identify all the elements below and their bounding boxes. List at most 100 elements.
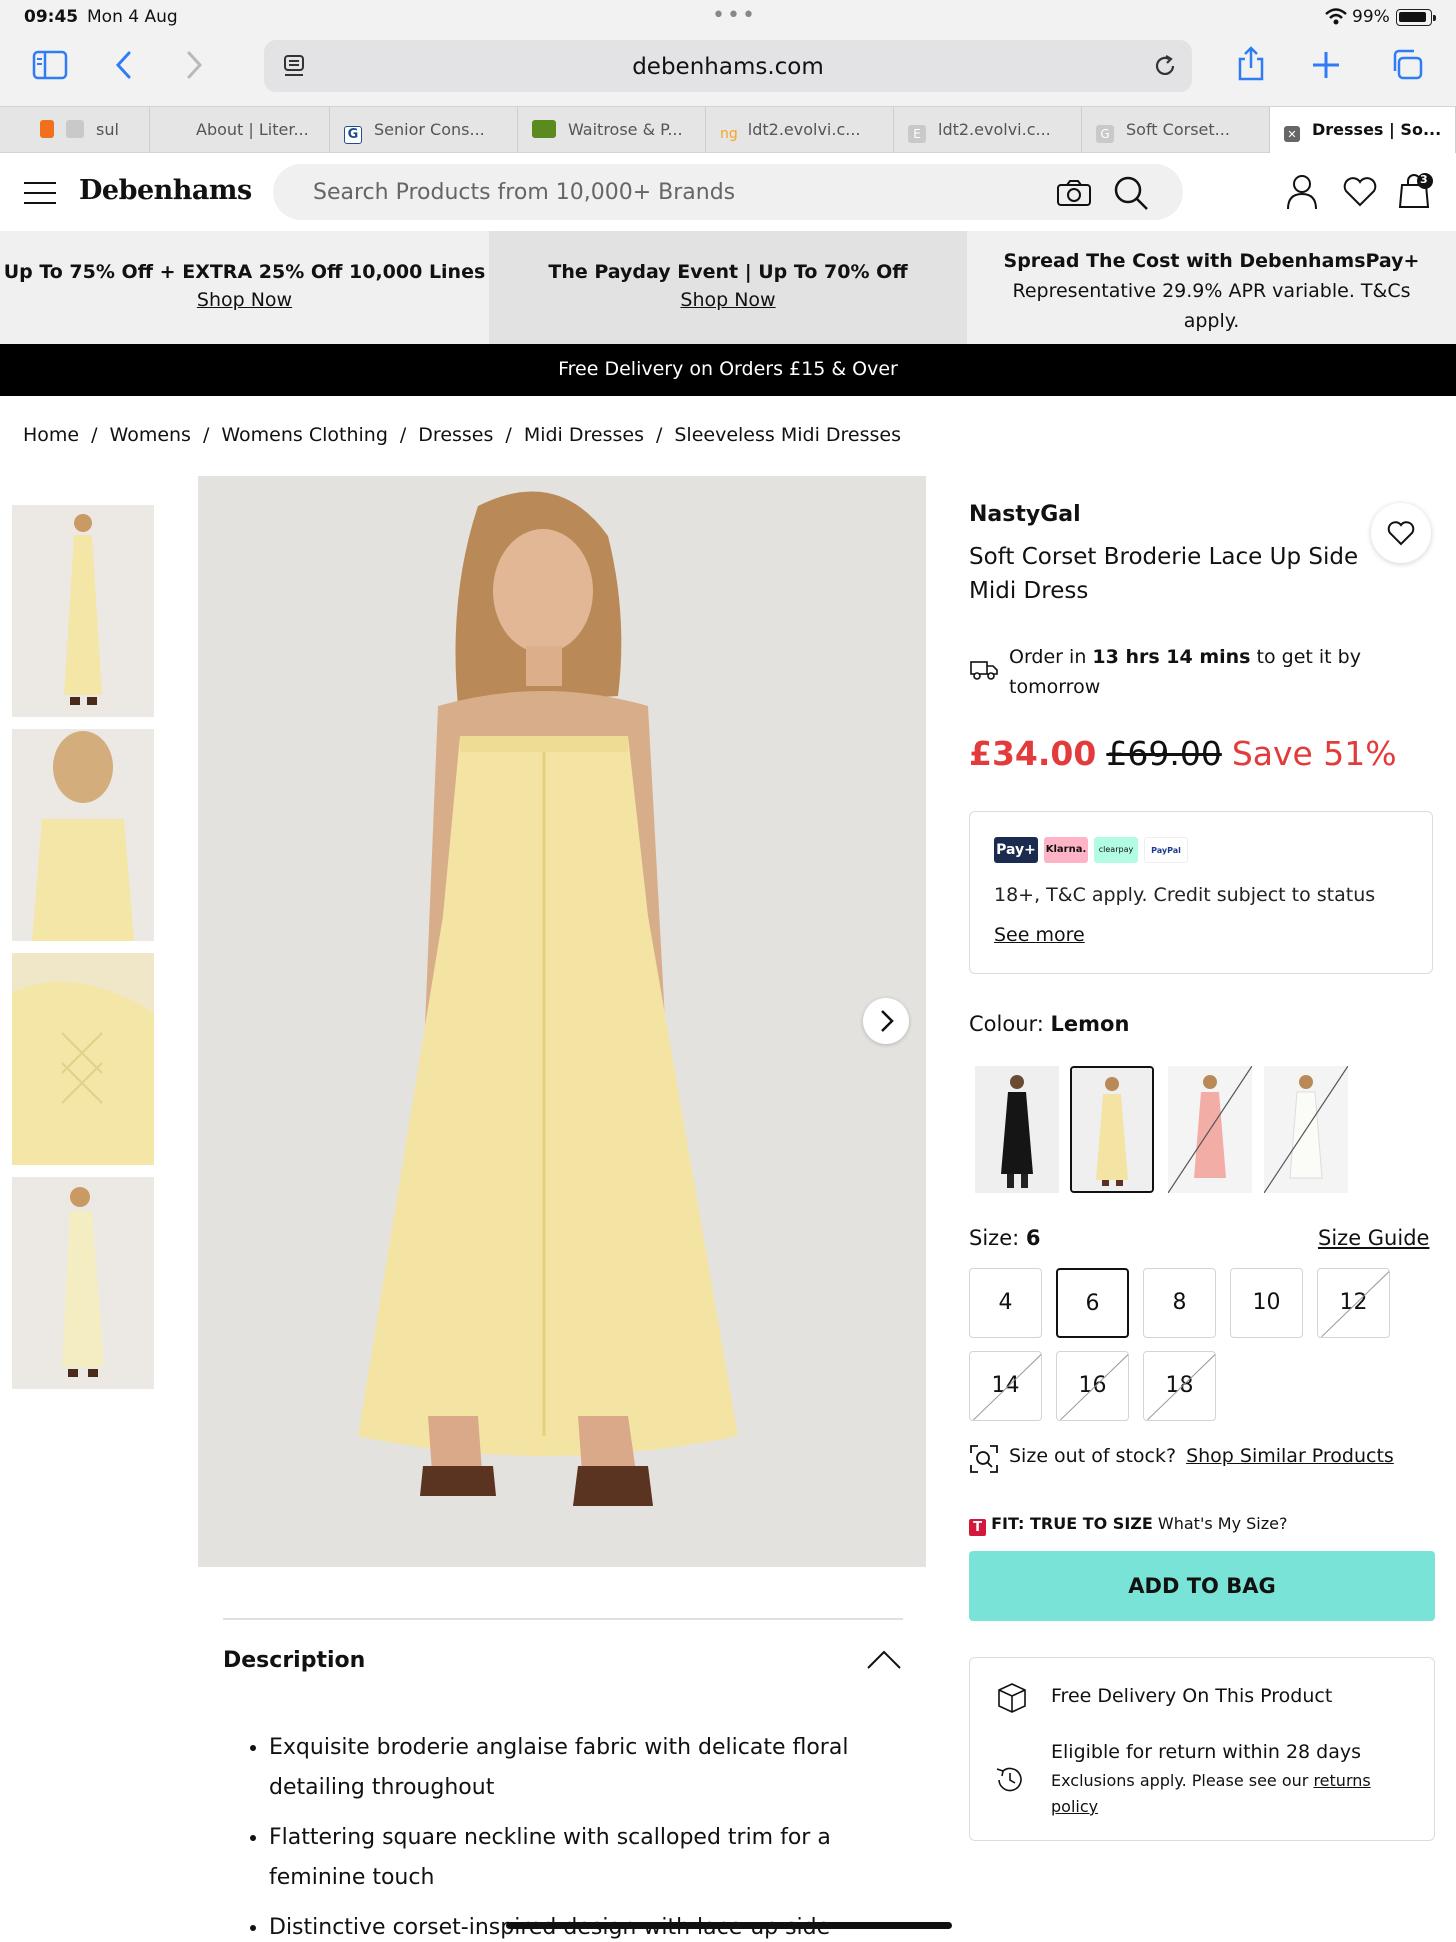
promo-link[interactable]: Shop Now <box>489 289 967 311</box>
tabs-overview-icon[interactable] <box>1390 49 1424 81</box>
main-product-image[interactable] <box>198 476 926 1567</box>
promo-3[interactable]: Spread The Cost with DebenhamsPay+ Repre… <box>967 231 1456 344</box>
size-option-8[interactable]: 8 <box>1143 1268 1216 1338</box>
description-heading[interactable]: Description <box>223 1648 365 1673</box>
size-option-label: 8 <box>1172 1290 1187 1315</box>
size-option-16-out-of-stock[interactable]: 16 <box>1056 1351 1129 1421</box>
add-to-wishlist-button[interactable] <box>1371 503 1431 563</box>
sidebar-icon[interactable] <box>32 50 68 80</box>
tab-label: Waitrose & P... <box>568 120 683 139</box>
reload-icon[interactable] <box>1152 53 1178 79</box>
breadcrumb-midi-dresses[interactable]: Midi Dresses <box>524 424 644 446</box>
thumbnail-2[interactable] <box>12 729 154 941</box>
product-brand[interactable]: NastyGal <box>969 502 1081 527</box>
size-option-6-selected[interactable]: 6 <box>1056 1268 1129 1338</box>
tab-1[interactable]: sul <box>26 107 150 153</box>
colour-value: Lemon <box>1050 1012 1130 1036</box>
savings-badge: Save 51% <box>1231 734 1397 773</box>
address-bar[interactable]: debenhams.com <box>264 40 1192 92</box>
guardian-icon: G <box>344 126 362 144</box>
size-label: Size: 6 <box>969 1226 1041 1250</box>
promo-link[interactable]: Shop Now <box>0 289 489 311</box>
chevron-right-icon <box>881 1010 894 1032</box>
whats-my-size-link[interactable]: What's My Size? <box>1158 1514 1288 1533</box>
tab-6[interactable]: Eldt2.evolvi.c... <box>894 107 1082 153</box>
size-guide-link[interactable]: Size Guide <box>1318 1226 1429 1250</box>
tab-5[interactable]: ng ldt2.evolvi.c... <box>706 107 894 153</box>
promo-body: Representative 29.9% APR variable. T&Cs … <box>1012 280 1411 332</box>
chevron-up-icon[interactable] <box>866 1646 902 1674</box>
next-image-button[interactable] <box>863 998 909 1044</box>
size-option-label: 4 <box>998 1290 1013 1315</box>
promo-1[interactable]: Up To 75% Off + EXTRA 25% Off 10,000 Lin… <box>0 231 489 344</box>
promo-strip: Up To 75% Off + EXTRA 25% Off 10,000 Lin… <box>0 231 1456 344</box>
close-tab-icon[interactable]: ✕ <box>1284 126 1300 142</box>
menu-icon[interactable] <box>24 182 56 204</box>
site-logo[interactable]: Debenhams <box>79 175 252 206</box>
delivery-returns-box: Free Delivery On This Product Eligible f… <box>969 1657 1435 1841</box>
thumbnail-1[interactable] <box>12 505 154 717</box>
payment-options-box: Pay+ Klarna. clearpay PayPal 18+, T&C apply… <box>969 811 1433 974</box>
size-option-4[interactable]: 4 <box>969 1268 1042 1338</box>
breadcrumb-home[interactable]: Home <box>23 424 79 446</box>
returns-note-text: Exclusions apply. Please see our <box>1051 1771 1309 1790</box>
description-bullet: Flattering square neckline with scallope… <box>269 1818 875 1898</box>
wishlist-icon[interactable] <box>1343 177 1377 207</box>
order-countdown: 13 hrs 14 mins <box>1092 646 1251 668</box>
battery-percent: 99% <box>1352 7 1390 27</box>
colour-swatch-white-unavailable[interactable] <box>1264 1066 1348 1193</box>
size-value: 6 <box>1025 1226 1041 1250</box>
dress-back-image <box>12 1177 154 1389</box>
browser-toolbar: debenhams.com <box>0 34 1456 106</box>
size-option-10[interactable]: 10 <box>1230 1268 1303 1338</box>
new-tab-icon[interactable] <box>1312 51 1340 79</box>
colour-swatch-lemon-selected[interactable] <box>1070 1066 1154 1193</box>
black-dress-image <box>975 1066 1059 1193</box>
description-bullet: Exquisite broderie anglaise fabric with … <box>269 1728 875 1808</box>
price-block: £34.00 £69.00 Save 51% <box>969 734 1397 773</box>
breadcrumb-womens[interactable]: Womens <box>110 424 191 446</box>
tab-label: Senior Cons... <box>374 120 485 139</box>
search-icon[interactable] <box>1113 175 1149 211</box>
size-option-12-out-of-stock[interactable]: 12 <box>1317 1268 1390 1338</box>
clearpay-logo: clearpay <box>1094 837 1138 863</box>
klarna-logo: Klarna. <box>1044 837 1088 863</box>
camera-icon[interactable] <box>1056 179 1092 207</box>
home-indicator[interactable] <box>506 1922 952 1929</box>
colour-swatch-black[interactable] <box>975 1066 1059 1193</box>
tab-favicon <box>40 120 54 138</box>
share-icon[interactable] <box>1236 46 1266 82</box>
promo-2[interactable]: The Payday Event | Up To 70% Off Shop No… <box>489 231 967 344</box>
returns-clock-icon <box>996 1767 1022 1792</box>
size-option-label: 18 <box>1165 1373 1194 1398</box>
size-option-14-out-of-stock[interactable]: 14 <box>969 1351 1042 1421</box>
tab-4[interactable]: Waitrose & P... <box>518 107 706 153</box>
thumbnail-4[interactable] <box>12 1177 154 1389</box>
thumbnail-3[interactable] <box>12 953 154 1165</box>
delivery-truck-icon <box>970 661 998 680</box>
tab-8-active[interactable]: ✕ Dresses | So... <box>1270 107 1456 153</box>
colour-label-text: Colour: <box>969 1012 1044 1036</box>
size-option-18-out-of-stock[interactable]: 18 <box>1143 1351 1216 1421</box>
breadcrumb-dresses[interactable]: Dresses <box>418 424 493 446</box>
tab-bar: sul About | Liter... G Senior Cons... Wai… <box>0 106 1456 153</box>
see-more-link[interactable]: See more <box>994 924 1085 946</box>
tab-2[interactable]: About | Liter... <box>150 107 330 153</box>
add-to-bag-button[interactable]: ADD TO BAG <box>969 1551 1435 1621</box>
bag-icon[interactable] <box>1398 173 1434 211</box>
forward-icon[interactable] <box>182 50 206 80</box>
breadcrumb-womens-clothing[interactable]: Womens Clothing <box>221 424 388 446</box>
multitask-dots-icon[interactable]: ••• <box>712 3 757 28</box>
shop-similar-link[interactable]: Shop Similar Products <box>1186 1445 1394 1467</box>
colour-swatch-pink-unavailable[interactable] <box>1168 1066 1252 1193</box>
search-input[interactable]: Search Products from 10,000+ Brands <box>273 164 1183 220</box>
paypal-logo: PayPal <box>1144 837 1188 863</box>
account-icon[interactable] <box>1286 174 1318 210</box>
dress-bodice-image <box>12 729 154 941</box>
credit-terms: 18+, T&C apply. Credit subject to status <box>994 884 1376 906</box>
breadcrumb-sleeveless-midi-dresses[interactable]: Sleeveless Midi Dresses <box>674 424 901 446</box>
tab-7[interactable]: G Soft Corset... <box>1082 107 1270 153</box>
tab-3[interactable]: G Senior Cons... <box>330 107 518 153</box>
breadcrumb: Home / Womens / Womens Clothing / Dresses / Midi… <box>23 424 901 446</box>
back-icon[interactable] <box>112 50 136 80</box>
